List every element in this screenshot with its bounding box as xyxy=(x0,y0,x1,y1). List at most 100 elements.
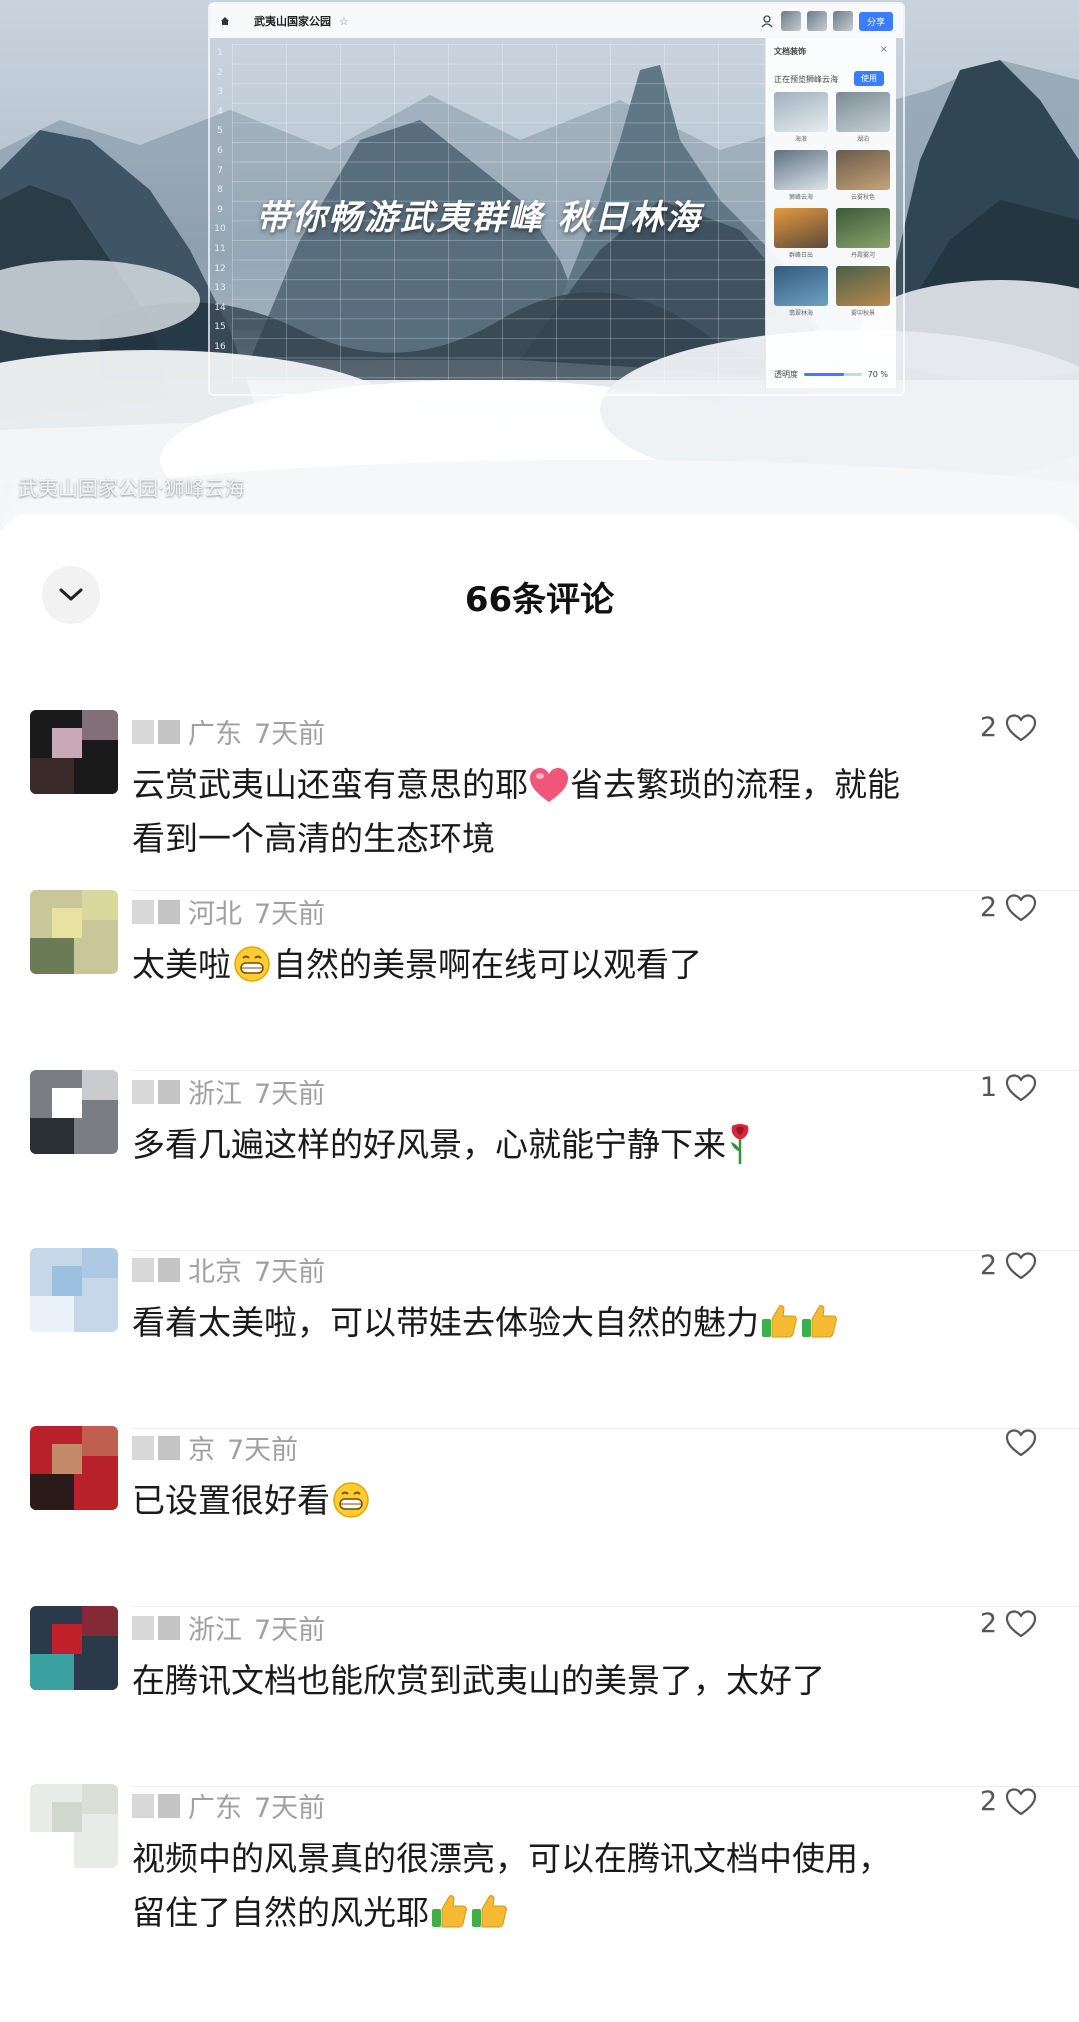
avatar-image xyxy=(30,1070,118,1154)
tile-thumbnail xyxy=(836,266,890,306)
comment-location: 浙江 xyxy=(188,1615,242,1646)
avatar[interactable] xyxy=(30,710,118,794)
avatar[interactable] xyxy=(30,890,118,974)
like-count: 2 xyxy=(979,712,997,743)
avatar-image xyxy=(30,710,118,794)
opacity-value: 70 % xyxy=(867,370,888,379)
like-button[interactable] xyxy=(997,1428,1037,1458)
row-number: 16 xyxy=(214,341,226,352)
comment-meta: 京 7天前 xyxy=(132,1428,298,1467)
location-caption-text: 武夷山国家公园·狮峰云海 xyxy=(18,476,245,500)
collaborator-avatar[interactable] xyxy=(832,11,853,31)
comment-time: 7天前 xyxy=(254,899,326,930)
like-button[interactable]: 2 xyxy=(980,892,1037,923)
row-number: 4 xyxy=(217,106,223,117)
collaborator-avatar[interactable] xyxy=(780,11,801,31)
decoration-tile-grid: 海浪 湖泊 狮峰云海 云雾秋色群峰日出 丹霞雾河翡翠林海 雾中秋景 xyxy=(774,92,890,318)
grin-emoji-icon xyxy=(234,946,270,982)
username-blurred[interactable] xyxy=(132,719,180,744)
username-blurred[interactable] xyxy=(132,1079,180,1104)
home-icon[interactable] xyxy=(220,16,230,26)
share-button[interactable]: 分享 xyxy=(858,11,893,31)
add-user-icon[interactable] xyxy=(761,14,775,28)
apply-button[interactable]: 使用 xyxy=(854,71,884,86)
decoration-tile[interactable]: 云雾秋色 xyxy=(836,150,890,202)
heart-emoji-icon xyxy=(530,768,568,802)
decoration-tile[interactable]: 雾中秋景 xyxy=(836,266,890,318)
comment-text: 太美啦 自然的美景啊在线可以观看了 xyxy=(132,938,1032,992)
video-frame[interactable]: 武夷山国家公园 ☆ 分享 1 2 3 4 5 6 7 8 9 10 11 12 13 14 15 16 17 带… xyxy=(0,0,1079,530)
row-number: 2 xyxy=(217,67,223,78)
heart-outline-icon xyxy=(1005,713,1037,741)
comment-meta: 广东 7天前 xyxy=(132,1786,325,1825)
comment-text-segment: 已设置很好看 xyxy=(132,1481,330,1520)
avatar[interactable] xyxy=(30,1070,118,1154)
like-button[interactable]: 2 xyxy=(980,1250,1037,1281)
decoration-tile[interactable]: 群峰日出 xyxy=(774,208,828,260)
row-number: 11 xyxy=(214,243,226,254)
comment-time: 7天前 xyxy=(254,719,326,750)
decoration-tile[interactable]: 海浪 xyxy=(774,92,828,144)
opacity-slider[interactable]: 透明度 70 % xyxy=(774,369,888,380)
like-count: 2 xyxy=(979,1786,997,1817)
doc-toolbar: 武夷山国家公园 ☆ 分享 xyxy=(210,4,903,38)
avatar-image xyxy=(30,890,118,974)
comment-text: 视频中的风景真的很漂亮，可以在腾讯文档中使用， 留住了自然的风光耶 xyxy=(132,1832,1032,1940)
thumbs-up-emoji-icon xyxy=(432,1895,467,1928)
tile-label: 群峰日出 xyxy=(788,252,813,259)
row-number: 3 xyxy=(217,87,223,98)
doc-title: 武夷山国家公园 xyxy=(254,15,331,28)
comment-text: 云赏武夷山还蛮有意思的耶 省去繁琐的流程，就能 看到一个高清的生态环境 xyxy=(132,758,1032,866)
decoration-tile[interactable]: 翡翠林海 xyxy=(774,266,828,318)
comment-count-title: 66条评论 xyxy=(464,580,615,620)
username-blurred[interactable] xyxy=(132,1793,180,1818)
heart-outline-icon xyxy=(1005,1429,1037,1457)
comment-meta: 广东 7天前 xyxy=(132,712,325,751)
username-blurred[interactable] xyxy=(132,1615,180,1640)
tile-thumbnail xyxy=(774,266,828,306)
tile-label: 翡翠林海 xyxy=(788,310,813,317)
star-icon[interactable]: ☆ xyxy=(339,15,349,28)
tile-thumbnail xyxy=(836,92,890,132)
like-button[interactable]: 2 xyxy=(980,712,1037,743)
comment-text-segment: 云赏武夷山还蛮有意思的耶 xyxy=(132,765,528,804)
tile-thumbnail xyxy=(774,208,828,248)
username-blurred[interactable] xyxy=(132,1435,180,1460)
comment-sheet: 66条评论 广东 7天前 云赏武夷山还蛮有意思的耶 省去繁琐的流程，就能 看到一个高清的… xyxy=(0,514,1079,2022)
row-number: 9 xyxy=(217,204,223,215)
slider-track[interactable] xyxy=(804,373,862,376)
decoration-tile[interactable]: 狮峰云海 xyxy=(774,150,828,202)
row-number: 6 xyxy=(217,145,223,156)
avatar-image xyxy=(30,1248,118,1332)
avatar[interactable] xyxy=(30,1606,118,1690)
comment-time: 7天前 xyxy=(227,1435,299,1466)
comment-location: 河北 xyxy=(188,899,242,930)
like-button[interactable]: 2 xyxy=(980,1786,1037,1817)
comment-time: 7天前 xyxy=(254,1257,326,1288)
panel-subtitle: 正在预览狮峰云海 xyxy=(774,75,838,84)
comment-meta: 浙江 7天前 xyxy=(132,1072,325,1111)
username-blurred[interactable] xyxy=(132,899,180,924)
avatar[interactable] xyxy=(30,1248,118,1332)
doc-toolbar-right: 分享 xyxy=(761,11,893,31)
decoration-tile[interactable]: 丹霞雾河 xyxy=(836,208,890,260)
comment-text-segment: 省去繁琐的流程，就能 xyxy=(570,765,900,804)
thumbs-up-emoji-icon xyxy=(472,1895,507,1928)
comment-location: 广东 xyxy=(188,719,242,750)
heart-outline-icon xyxy=(1005,1787,1037,1815)
thumbs-up-emoji-icon xyxy=(762,1305,797,1338)
comment-text: 看着太美啦，可以带娃去体验大自然的魅力 xyxy=(132,1296,1032,1350)
like-button[interactable]: 2 xyxy=(980,1608,1037,1639)
row-number: 14 xyxy=(214,302,226,313)
close-icon[interactable]: × xyxy=(880,44,888,55)
avatar[interactable] xyxy=(30,1784,118,1868)
decoration-tile[interactable]: 湖泊 xyxy=(836,92,890,144)
tile-thumbnail xyxy=(836,150,890,190)
row-number: 13 xyxy=(214,283,226,294)
location-caption[interactable]: 武夷山国家公园·狮峰云海 xyxy=(4,472,244,501)
like-button[interactable]: 1 xyxy=(980,1072,1037,1103)
collaborator-avatar[interactable] xyxy=(806,11,827,31)
like-count: 2 xyxy=(979,892,997,923)
username-blurred[interactable] xyxy=(132,1257,180,1282)
avatar[interactable] xyxy=(30,1426,118,1510)
